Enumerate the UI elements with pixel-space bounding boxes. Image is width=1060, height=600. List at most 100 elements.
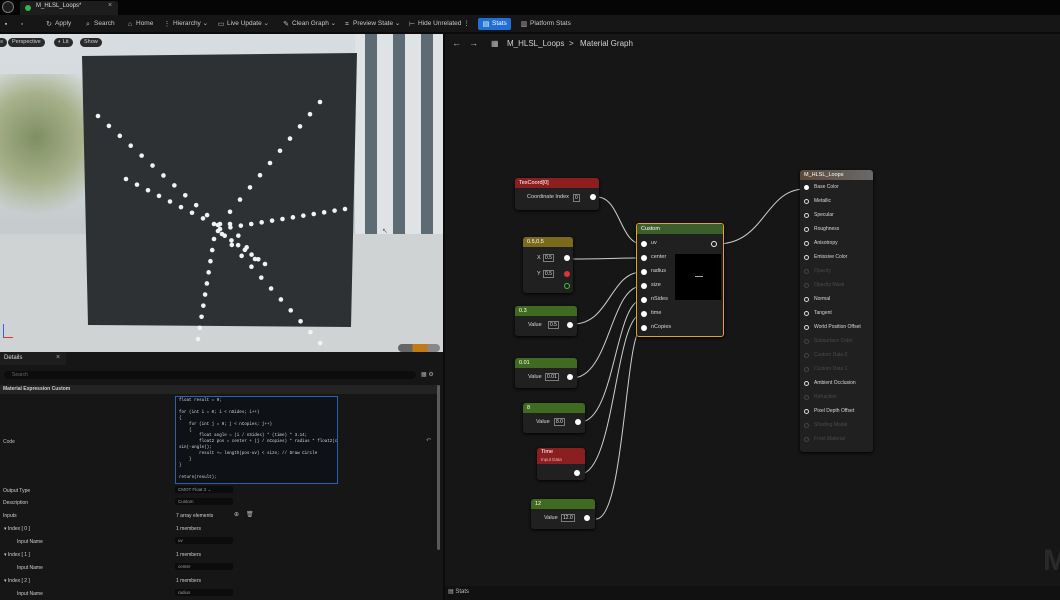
preview-state-button[interactable]: ⌗ Preview State ⌄ (343, 18, 400, 30)
coordinate-index-value[interactable]: 0 (573, 194, 580, 202)
material-pin-label-custom-data-1: Custom Data 1 (814, 366, 848, 372)
stats-button[interactable]: ▤ Stats (478, 18, 511, 30)
custom-input-pin-time[interactable] (641, 311, 647, 317)
material-pin-custom-data-0[interactable] (804, 353, 809, 358)
preview-dot (219, 231, 225, 237)
constant-1-value[interactable]: 0.5 (548, 321, 559, 329)
input-name-0-label: Input Name (17, 539, 43, 545)
platform-stats-button[interactable]: ▥ Platform Stats (520, 18, 571, 30)
material-pin-subsurface-color[interactable] (804, 339, 809, 344)
mouse-cursor-icon: ↖ (382, 228, 388, 235)
material-pin-opacity[interactable] (804, 269, 809, 274)
constant-1-output-pin[interactable] (567, 322, 573, 328)
custom-input-pin-ncopies[interactable] (641, 325, 647, 331)
z-output-pin[interactable] (564, 283, 570, 289)
input-name-0-field[interactable]: uv (175, 537, 233, 544)
material-pin-world-position-offset[interactable] (804, 325, 809, 330)
constant-3-value[interactable]: 8.0 (554, 418, 565, 426)
description-input[interactable]: Custom (175, 498, 233, 505)
vector2-output-pin[interactable] (564, 255, 570, 261)
search-button[interactable]: ⌕ Search (84, 18, 115, 30)
stats-panel-tab[interactable]: ▤ Stats (448, 588, 469, 595)
material-pin-refraction[interactable] (804, 395, 809, 400)
material-pin-label-opacity: Opacity (814, 268, 831, 274)
preview-viewport[interactable]: ≡ Perspective ◐ Lit Show ↖ (0, 34, 443, 352)
clean-graph-button[interactable]: ✎ Clean Graph ⌄ (282, 18, 336, 30)
constant-node-4[interactable]: 12 Value 12.0 (531, 499, 595, 529)
custom-output-pin[interactable] (711, 241, 717, 247)
index-1-label[interactable]: ▾ Index [ 1 ] (4, 552, 30, 558)
material-pin-label-world-position-offset: World Position Offset (814, 324, 861, 330)
preview-shape-buttons[interactable] (398, 344, 440, 352)
material-result-node[interactable]: M_HLSL_Loops Base Color Metallic Specular R… (800, 170, 873, 452)
material-pin-anisotropy[interactable] (804, 241, 809, 246)
material-pin-label-shading-model: Shading Model (814, 422, 848, 428)
custom-input-pin-uv[interactable] (641, 241, 647, 247)
material-pin-ambient-occlusion[interactable] (804, 381, 809, 386)
delete-inputs-icon[interactable]: 🗑 (246, 511, 254, 518)
preview-dot (321, 210, 327, 215)
apply-button[interactable]: ↻ Apply (45, 18, 71, 30)
constant-2-output-pin[interactable] (567, 374, 573, 380)
hierarchy-button[interactable]: ⋮ Hierarchy ⌄ (163, 18, 209, 30)
material-pin-opacity-mask[interactable] (804, 283, 809, 288)
details-tab[interactable]: Details × (0, 352, 66, 365)
texcoord-output-pin[interactable] (590, 194, 596, 200)
home-button[interactable]: ⌂ Home (126, 18, 153, 30)
add-input-icon[interactable]: ⊕ (234, 511, 239, 518)
asset-tab[interactable]: M_HLSL_Loops* × (20, 1, 118, 15)
hide-unrelated-label: Hide Unrelated (418, 20, 462, 27)
output-type-select[interactable]: CMOT Float 3 ⌄ (175, 486, 233, 493)
material-pin-metallic[interactable] (804, 199, 809, 204)
material-pin-emissive-color[interactable] (804, 255, 809, 260)
material-pin-pixel-depth-offset[interactable] (804, 409, 809, 414)
material-pin-base-color[interactable] (804, 185, 809, 190)
custom-input-pin-nsides[interactable] (641, 297, 647, 303)
close-tab-icon[interactable]: × (108, 2, 112, 9)
browse-button[interactable]: ▫ (18, 18, 28, 30)
reset-code-icon[interactable]: ↶ (426, 437, 431, 444)
material-pin-roughness[interactable] (804, 227, 809, 232)
hide-unrelated-button[interactable]: ⊢ Hide Unrelated ⋮ (408, 18, 470, 30)
material-pin-custom-data-1[interactable] (804, 367, 809, 372)
custom-input-pin-radius[interactable] (641, 269, 647, 275)
preview-dot (227, 221, 233, 227)
y-value[interactable]: 0.5 (543, 270, 554, 278)
custom-input-pin-center[interactable] (641, 255, 647, 261)
material-pin-shading-model[interactable] (804, 423, 809, 428)
y-output-pin[interactable] (564, 271, 570, 277)
custom-input-pin-size[interactable] (641, 283, 647, 289)
y-label: Y (537, 271, 541, 277)
x-label: X (537, 255, 541, 261)
material-pin-tangent[interactable] (804, 311, 809, 316)
constant-node-2[interactable]: 0.01 Value 0.01 (515, 358, 577, 388)
constant-3-output-pin[interactable] (575, 419, 581, 425)
constant-node-1[interactable]: 0.3 Value 0.5 (515, 306, 577, 336)
index-2-label[interactable]: ▾ Index [ 2 ] (4, 578, 30, 584)
material-pin-front-material[interactable] (804, 437, 809, 442)
details-close-icon[interactable]: × (56, 354, 60, 361)
custom-header: Custom (637, 224, 723, 234)
input-name-1-field[interactable]: center (175, 563, 233, 570)
index-0-label[interactable]: ▾ Index [ 0 ] (4, 526, 30, 532)
time-node[interactable]: Time Input Data (537, 448, 585, 480)
constant-2-value[interactable]: 0.01 (545, 373, 559, 381)
details-scrollbar[interactable] (437, 385, 440, 550)
time-output-pin[interactable] (574, 470, 580, 476)
save-button[interactable]: ▪ (2, 18, 12, 30)
live-update-button[interactable]: ▭ Live Update ⌄ (217, 18, 269, 30)
material-pin-normal[interactable] (804, 297, 809, 302)
view-options-icon[interactable]: ▦ ⚙ (421, 371, 434, 378)
material-pin-specular[interactable] (804, 213, 809, 218)
input-name-2-field[interactable]: radius (175, 589, 233, 596)
material-graph[interactable]: ← → ▦ M_HLSL_Loops > Material Graph M Te… (445, 34, 1060, 586)
constant-4-output-pin[interactable] (584, 515, 590, 521)
x-value[interactable]: 0.5 (543, 254, 554, 262)
details-search-input[interactable]: Search (4, 371, 416, 379)
texcoord-node[interactable]: TexCoord[0] Coordinate Index 0 (515, 178, 599, 210)
constant-4-value[interactable]: 12.0 (561, 514, 575, 522)
custom-node[interactable]: Custom uv center radius size nSides time nCopi… (636, 223, 724, 337)
constant-node-3[interactable]: 8 Value 8.0 (523, 403, 585, 433)
code-editor[interactable]: float result = 0; for (int i = 0; i < nS… (175, 396, 338, 484)
vector2-node[interactable]: 0.5,0.5 X 0.5 Y 0.5 (523, 237, 573, 293)
